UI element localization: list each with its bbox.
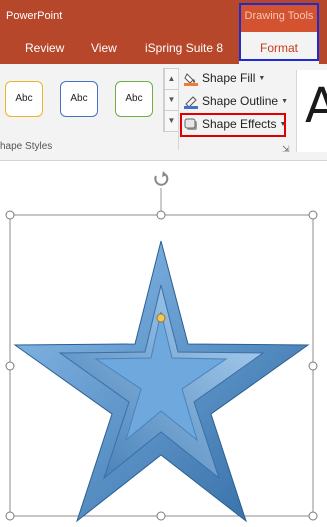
resize-handle[interactable]: [5, 361, 15, 371]
shape-outline-label: Shape Outline: [202, 94, 279, 108]
shape-style-tile-2[interactable]: Abc: [60, 81, 98, 117]
resize-handle[interactable]: [156, 210, 166, 220]
gallery-up-button[interactable]: ▲: [164, 68, 179, 90]
resize-handle[interactable]: [308, 361, 318, 371]
group-divider: [178, 70, 179, 150]
gallery-down-button[interactable]: ▼: [164, 89, 179, 111]
drawing-tools-highlight: [239, 3, 319, 61]
resize-handle[interactable]: [308, 210, 318, 220]
tab-ispring-suite[interactable]: iSpring Suite 8: [145, 41, 223, 55]
resize-handle[interactable]: [5, 210, 15, 220]
app-title: PowerPoint: [6, 10, 63, 22]
shape-fill-button[interactable]: Shape Fill ▼: [184, 71, 265, 91]
gallery-scroll: ▲ ▼ ▼: [163, 68, 179, 132]
shape-style-tile-1[interactable]: Abc: [5, 81, 43, 117]
slide-drawing: [5, 171, 318, 523]
shape-styles-group-label: hape Styles: [0, 141, 53, 152]
resize-handle[interactable]: [156, 511, 166, 521]
shape-outline-icon: [184, 96, 198, 109]
shape-style-tile-3[interactable]: Abc: [115, 81, 153, 117]
shape-effects-highlight: [180, 113, 286, 137]
shape-outline-button[interactable]: Shape Outline ▼: [184, 94, 288, 114]
tab-review[interactable]: Review: [25, 41, 64, 55]
slide-canvas[interactable]: [0, 161, 327, 527]
gallery-more-button[interactable]: ▼: [164, 110, 179, 132]
resize-handle[interactable]: [5, 511, 15, 521]
shape-fill-label: Shape Fill: [202, 71, 256, 85]
tab-view[interactable]: View: [91, 41, 117, 55]
chevron-down-icon: ▼: [281, 98, 288, 106]
dialog-launcher-icon[interactable]: ⇲: [282, 144, 290, 155]
resize-handle[interactable]: [308, 511, 318, 521]
rotate-handle-icon[interactable]: [154, 171, 169, 186]
wordart-preview: A: [305, 78, 327, 134]
adjust-handle[interactable]: [156, 313, 166, 323]
wordart-styles-gallery[interactable]: A: [296, 70, 327, 152]
shape-fill-icon: [184, 72, 198, 86]
chevron-down-icon: ▼: [258, 75, 266, 83]
